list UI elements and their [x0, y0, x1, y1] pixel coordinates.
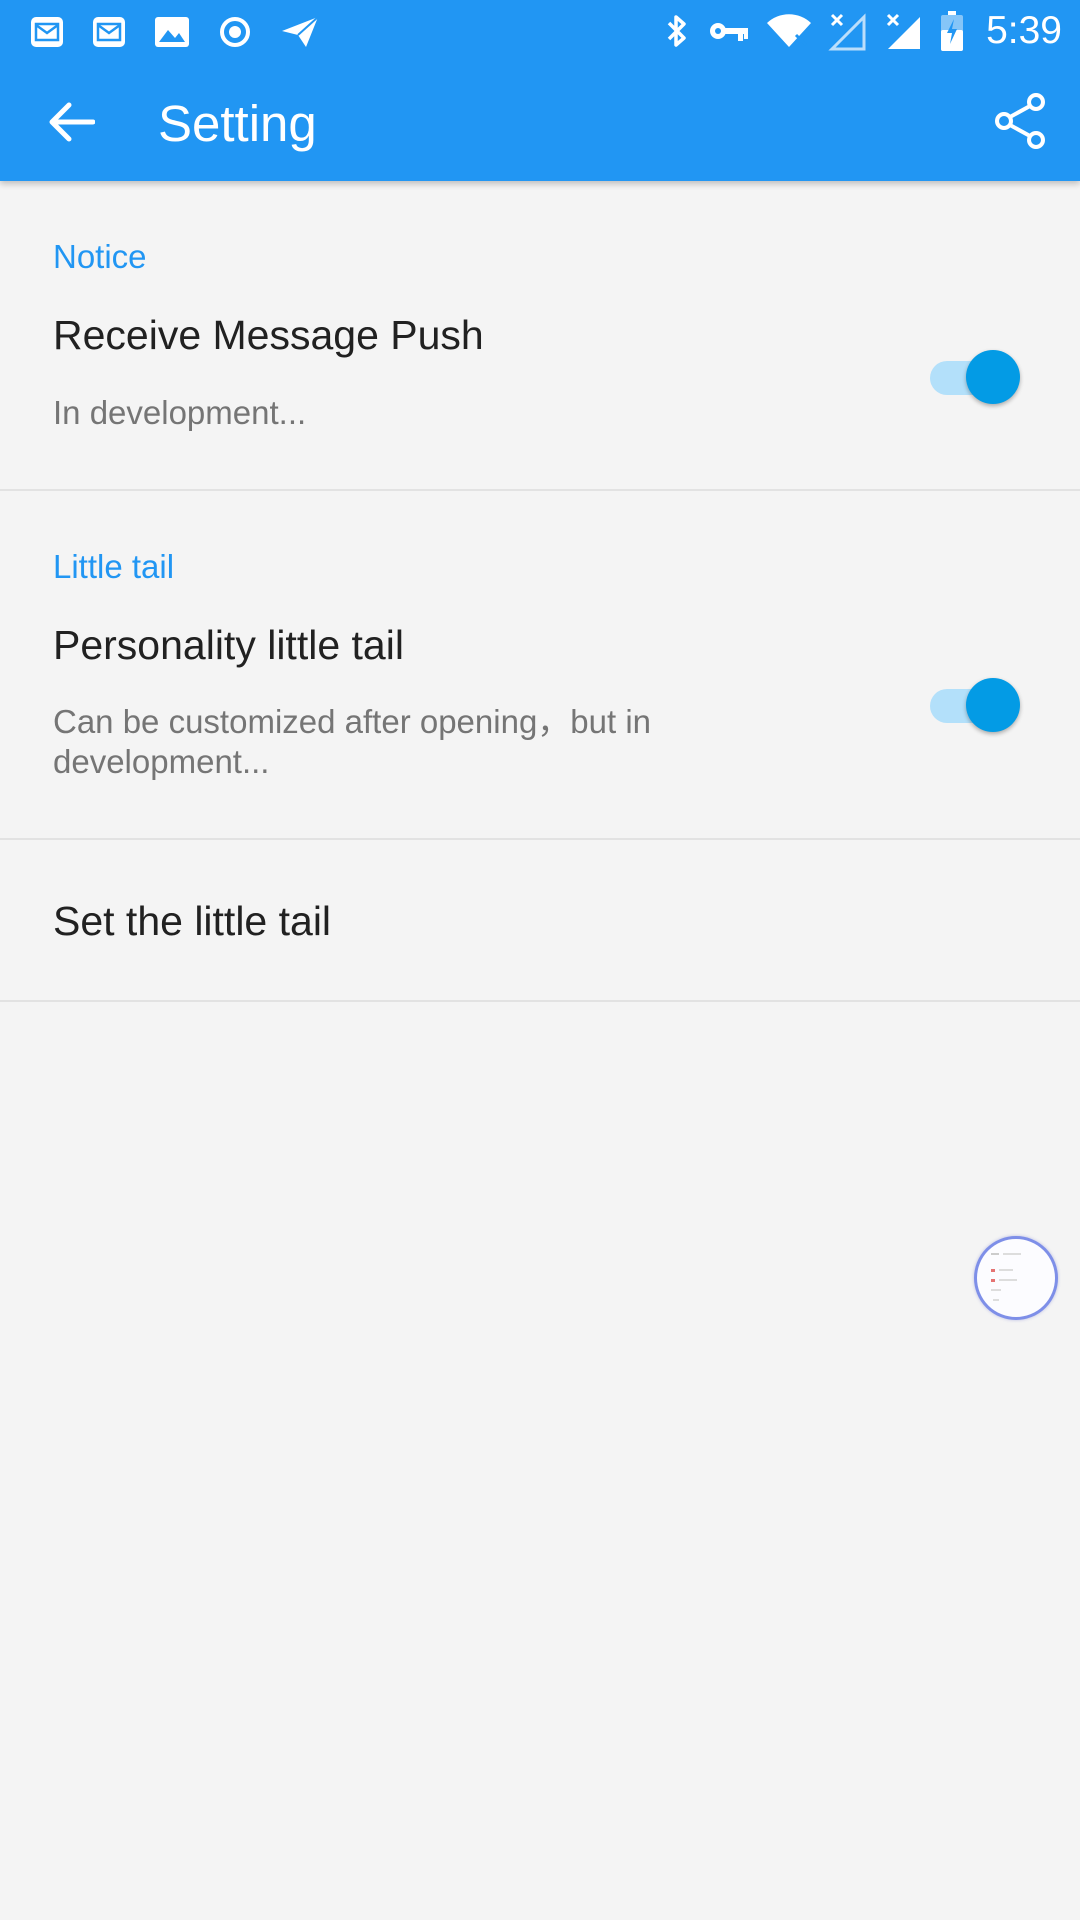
image-icon [154, 16, 190, 48]
bluetooth-icon [662, 11, 692, 51]
floating-assistant-button[interactable] [974, 1236, 1058, 1320]
set-little-tail-item[interactable]: Set the little tail [0, 840, 1080, 1000]
personality-little-tail-subtitle: Can be customized after opening，but in d… [53, 703, 652, 780]
mail-icon [92, 16, 126, 48]
signal-icon [884, 11, 924, 51]
record-icon [218, 15, 252, 49]
toggle-thumb [966, 350, 1020, 404]
set-little-tail-title: Set the little tail [53, 898, 332, 944]
divider [0, 1000, 1080, 1002]
status-bar: 5:39 [0, 0, 1080, 62]
floating-preview-icon [991, 1253, 1021, 1301]
signal-empty-icon [828, 11, 868, 51]
notice-section: Notice Receive Message Push In developme… [0, 181, 1080, 490]
page-title: Setting [158, 95, 317, 152]
personality-little-tail-toggle[interactable] [922, 669, 1020, 732]
wifi-icon [766, 13, 812, 49]
app-bar: 5:39 Setting [0, 0, 1080, 181]
section-header-notice: Notice [53, 238, 147, 275]
back-button[interactable] [44, 96, 100, 152]
arrow-back-icon [49, 102, 96, 147]
status-time: 5:39 [986, 9, 1062, 52]
section-header-little-tail: Little tail [53, 548, 175, 585]
mail-icon [30, 16, 64, 48]
receive-message-push-subtitle: In development... [53, 394, 307, 431]
personality-little-tail-title: Personality little tail [53, 622, 404, 668]
key-icon [708, 17, 750, 45]
receive-message-push-title: Receive Message Push [53, 312, 484, 358]
receive-message-push-toggle[interactable] [922, 341, 1020, 404]
battery-charging-icon [940, 10, 964, 52]
send-icon [280, 15, 320, 49]
share-icon [993, 92, 1047, 155]
toggle-thumb [966, 678, 1020, 732]
little-tail-section: Little tail Personality little tail Can … [0, 491, 1080, 838]
share-button[interactable] [990, 92, 1050, 154]
